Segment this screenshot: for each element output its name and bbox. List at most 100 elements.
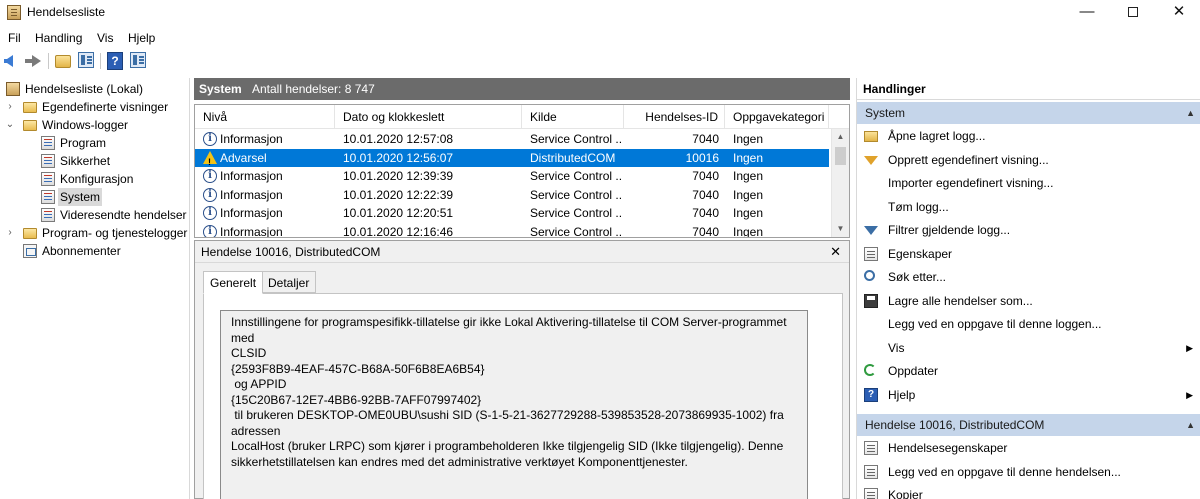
- collapse-chevron-icon[interactable]: ⌄: [5, 116, 15, 134]
- tree-item-konfigurasjon[interactable]: Konfigurasjon: [0, 170, 189, 188]
- action-label: Åpne lagret logg...: [888, 129, 986, 143]
- cell-source: Service Control ...: [530, 132, 622, 146]
- table-row[interactable]: i Informasjon 10.01.2020 12:39:39 Service C…: [195, 167, 829, 185]
- up-folder-icon[interactable]: [55, 55, 71, 68]
- tree-item-system[interactable]: System: [0, 188, 189, 206]
- folder-icon: [23, 120, 37, 131]
- actions-header: Handlinger: [857, 78, 1200, 100]
- action-item[interactable]: Opprett egendefinert visning...: [857, 149, 1200, 172]
- cell-task-category: Ingen: [733, 206, 764, 220]
- tree-item-windows-logs[interactable]: ⌄ Windows-logger: [0, 116, 189, 134]
- menu-vis[interactable]: Vis: [97, 31, 113, 45]
- tree-item-app-service-logs[interactable]: › Program- og tjenestelogger: [0, 224, 189, 242]
- copy-icon: [864, 488, 878, 499]
- column-header-level[interactable]: Nivå: [195, 105, 335, 129]
- event-count: Antall hendelser: 8 747: [252, 82, 375, 96]
- menu-hjelp[interactable]: Hjelp: [128, 31, 155, 45]
- action-label: Hjelp: [888, 387, 916, 402]
- tree-item-label: Program: [60, 136, 107, 150]
- action-item[interactable]: Lagre alle hendelser som...: [857, 290, 1200, 313]
- menu-handling[interactable]: Handling: [35, 31, 82, 45]
- menu-fil[interactable]: Fil: [8, 31, 21, 45]
- column-header-task-category[interactable]: Oppgavekategori: [725, 105, 829, 129]
- action-item[interactable]: Tøm logg...: [857, 196, 1200, 219]
- action-label: Vis: [888, 340, 905, 355]
- table-row[interactable]: i Informasjon 10.01.2020 12:20:51 Service C…: [195, 204, 829, 222]
- collapse-caret-icon[interactable]: ▲: [1186, 414, 1195, 436]
- tree-item-forwarded-events[interactable]: Videresendte hendelser: [0, 206, 189, 224]
- table-row[interactable]: i Informasjon 10.01.2020 12:57:08 Service C…: [195, 130, 829, 148]
- save-icon: [864, 293, 878, 308]
- cell-source: DistributedCOM: [530, 150, 616, 165]
- cell-event-id: 7040: [692, 169, 719, 183]
- action-item[interactable]: Oppdater: [857, 360, 1200, 383]
- tree-item-sikkerhet[interactable]: Sikkerhet: [0, 152, 189, 170]
- action-item[interactable]: Legg ved en oppgave til denne hendelsen.…: [857, 461, 1200, 484]
- tree-item-label: Abonnementer: [42, 244, 121, 258]
- action-label: Legg ved en oppgave til denne hendelsen.…: [888, 464, 1121, 479]
- grid-scrollbar[interactable]: ▲ ▼: [831, 129, 849, 237]
- action-item[interactable]: Importer egendefinert visning...: [857, 172, 1200, 195]
- table-row[interactable]: i Informasjon 10.01.2020 12:16:46 Service C…: [195, 223, 829, 238]
- properties-icon: [864, 441, 878, 455]
- cell-date: 10.01.2020 12:16:46: [343, 224, 454, 238]
- tab-detaljer[interactable]: Detaljer: [261, 271, 317, 293]
- action-item[interactable]: Søk etter...: [857, 266, 1200, 289]
- expand-chevron-icon[interactable]: ›: [5, 224, 15, 242]
- window-title: Hendelsesliste: [27, 5, 106, 19]
- actions-pane: Handlinger System ▲ Åpne lagret logg... O…: [856, 78, 1200, 499]
- expand-chevron-icon[interactable]: ›: [5, 98, 15, 116]
- cell-event-id: 7040: [692, 206, 719, 220]
- grid-header: Nivå Dato og klokkeslett Kilde Hendelses…: [195, 105, 849, 129]
- maximize-button[interactable]: [1110, 0, 1156, 26]
- cell-task-category: Ingen: [733, 132, 764, 146]
- table-row[interactable]: Advarsel 10.01.2020 12:56:07 DistributedCO…: [195, 148, 829, 171]
- actions-section-event[interactable]: Hendelse 10016, DistributedCOM ▲: [857, 414, 1200, 436]
- tree-item-label: Hendelsesliste (Lokal): [25, 82, 144, 96]
- close-button[interactable]: ✕: [1156, 0, 1200, 26]
- column-header-date[interactable]: Dato og klokkeslett: [335, 105, 522, 129]
- action-item[interactable]: Åpne lagret logg...: [857, 125, 1200, 148]
- back-button[interactable]: [3, 52, 21, 70]
- tree-item-custom-views[interactable]: › Egendefinerte visninger: [0, 98, 189, 116]
- cell-source: Service Control ...: [530, 224, 622, 238]
- tab-body: Innstillingene for programspesifikk-till…: [203, 293, 843, 499]
- properties-icon: [864, 246, 878, 261]
- action-item[interactable]: Vis ▶: [857, 337, 1200, 360]
- help-icon[interactable]: ?: [107, 52, 123, 70]
- action-item[interactable]: Hendelsesegenskaper: [857, 437, 1200, 460]
- action-item[interactable]: ? Hjelp ▶: [857, 384, 1200, 407]
- tree-item-program[interactable]: Program: [0, 134, 189, 152]
- action-item[interactable]: Egenskaper: [857, 243, 1200, 266]
- column-header-source[interactable]: Kilde: [522, 105, 624, 129]
- close-detail-icon[interactable]: ✕: [830, 241, 841, 263]
- show-hide-tree-icon[interactable]: [78, 52, 94, 68]
- tree-item-label: Videresendte hendelser: [60, 208, 187, 222]
- forward-button[interactable]: [24, 52, 42, 70]
- action-item[interactable]: Kopier: [857, 484, 1200, 499]
- menu-bar: Fil Handling Vis Hjelp: [0, 28, 1200, 48]
- tree-item-label: Sikkerhet: [60, 154, 111, 168]
- cell-source: Service Control ...: [530, 187, 622, 202]
- back-arrow-icon: [4, 55, 13, 67]
- scroll-thumb[interactable]: [835, 147, 846, 165]
- show-hide-action-pane-icon[interactable]: [130, 52, 146, 68]
- cell-level: Informasjon: [220, 169, 283, 183]
- action-label: Hendelsesegenskaper: [888, 441, 1008, 455]
- scroll-down-icon[interactable]: ▼: [832, 221, 849, 237]
- actions-section-system[interactable]: System ▲: [857, 102, 1200, 124]
- scroll-up-icon[interactable]: ▲: [832, 129, 849, 145]
- tree-item-subscriptions[interactable]: Abonnementer: [0, 242, 189, 260]
- tab-generelt[interactable]: Generelt: [203, 271, 264, 294]
- action-item[interactable]: Legg ved en oppgave til denne loggen...: [857, 313, 1200, 336]
- column-header-event-id[interactable]: Hendelses-ID: [624, 105, 725, 129]
- title-bar: Hendelsesliste — ✕: [0, 0, 1200, 26]
- collapse-caret-icon[interactable]: ▲: [1186, 102, 1195, 124]
- table-row[interactable]: i Informasjon 10.01.2020 12:22:39 Service C…: [195, 186, 829, 204]
- cell-source: Service Control ...: [530, 206, 622, 220]
- center-pane: System Antall hendelser: 8 747 Nivå Dato…: [194, 78, 850, 499]
- event-message[interactable]: Innstillingene for programspesifikk-till…: [220, 310, 808, 499]
- log-icon: [41, 172, 55, 186]
- minimize-button[interactable]: —: [1064, 0, 1110, 26]
- action-item[interactable]: Filtrer gjeldende logg...: [857, 219, 1200, 242]
